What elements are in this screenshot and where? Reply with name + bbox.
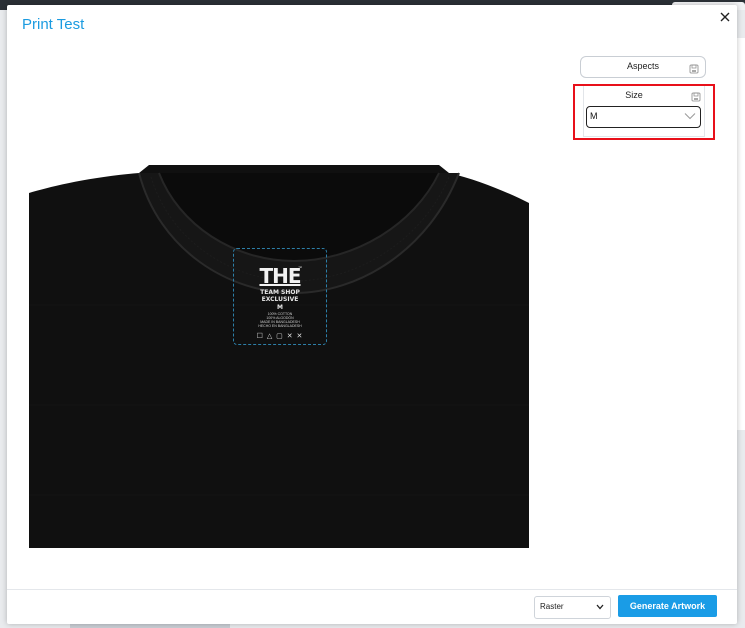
label-size: M [277, 304, 283, 311]
close-icon[interactable] [718, 10, 732, 24]
label-line-1: TEAM SHOP [260, 289, 300, 296]
app-bottom-bar [70, 624, 230, 628]
format-selected-value: Raster [540, 602, 564, 611]
format-select[interactable]: Raster [534, 596, 611, 619]
chevron-down-icon [596, 604, 604, 610]
aspects-button[interactable]: Aspects [580, 56, 706, 78]
aspects-label: Aspects [626, 61, 659, 71]
label-brand: THE [259, 264, 301, 288]
shirt-preview: THE ™ TEAM SHOP EXCLUSIVE M 100% COTTON … [29, 165, 529, 548]
label-line-2: EXCLUSIVE [261, 296, 299, 303]
label-trademark: ™ [298, 265, 302, 270]
modal-title: Print Test [22, 16, 85, 33]
generate-artwork-button[interactable]: Generate Artwork [618, 595, 717, 617]
footer-divider [7, 589, 737, 590]
print-area[interactable]: THE ™ TEAM SHOP EXCLUSIVE M 100% COTTON … [233, 248, 327, 345]
print-test-modal: Print Test Aspects Size M THE ™ TEAM SHO… [7, 5, 737, 624]
highlight-box [573, 84, 715, 140]
shirt-image [29, 165, 529, 548]
label-small-4: HECHO EN BANGLADESH [258, 324, 302, 328]
care-icons: ☐ △ ▢ ✕ ✕ [256, 333, 304, 340]
save-icon[interactable] [689, 61, 699, 74]
